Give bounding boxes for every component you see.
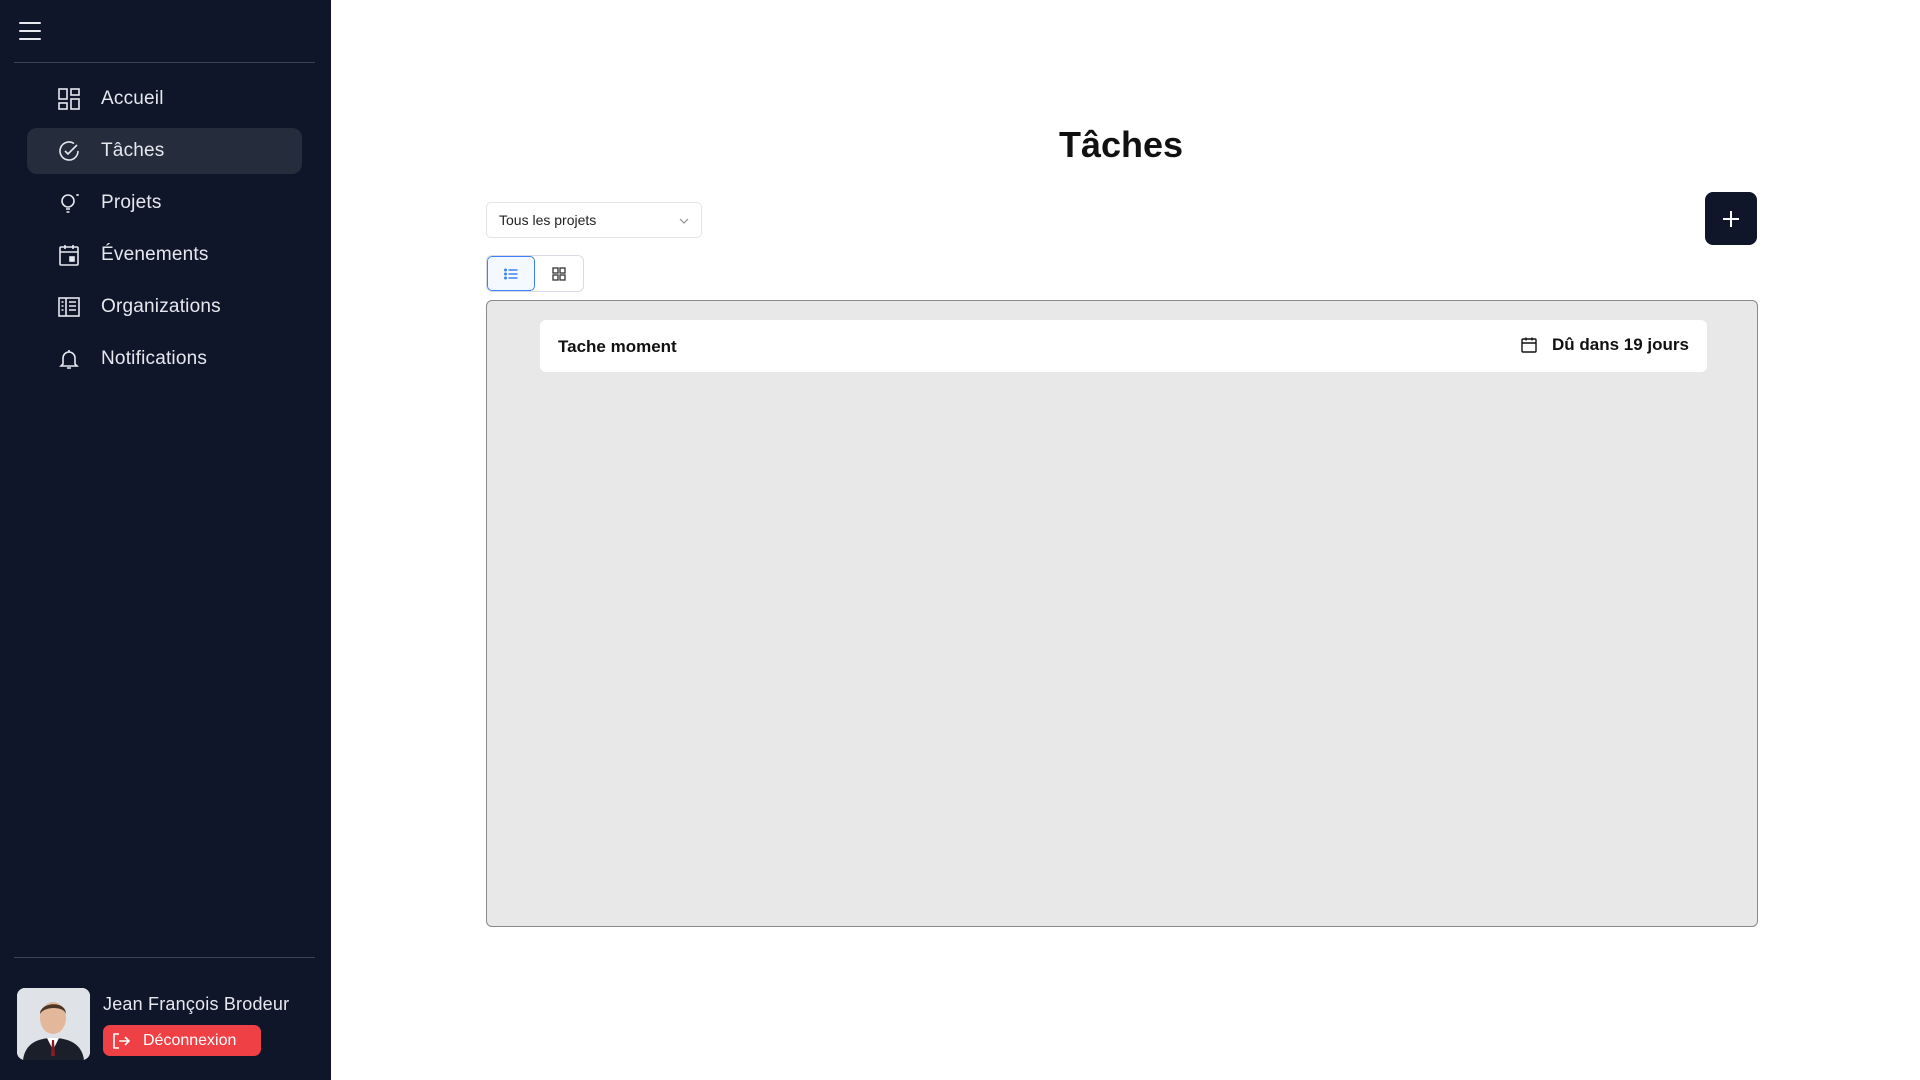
sidebar-item-notifications[interactable]: Notifications [27, 336, 302, 382]
sidebar-item-organizations[interactable]: Organizations [27, 284, 302, 330]
sidebar-item-label: Évenements [101, 244, 209, 265]
plus-icon [1723, 210, 1739, 227]
app-root: Accueil Tâches Projets Évenements Organi… [0, 0, 1920, 1080]
sidebar-nav: Accueil Tâches Projets Évenements Organi… [27, 76, 302, 388]
main-content: Tâches Tous les projets Tache moment Dû … [331, 0, 1920, 1080]
sidebar-item-label: Organizations [101, 296, 221, 317]
list-icon [504, 268, 518, 279]
logout-label: Déconnexion [143, 1031, 237, 1049]
menu-toggle-icon[interactable] [19, 22, 41, 40]
bell-icon [57, 347, 81, 371]
task-due-text: Dû dans 19 jours [1552, 335, 1689, 354]
user-profile: Jean François Brodeur Déconnexion [17, 988, 317, 1060]
task-title: Tache moment [558, 337, 677, 356]
sidebar-divider [14, 62, 315, 63]
logout-icon [111, 1031, 131, 1051]
logout-button[interactable]: Déconnexion [103, 1025, 261, 1056]
sidebar-item-label: Tâches [101, 140, 165, 161]
sidebar-item-label: Notifications [101, 348, 208, 369]
project-filter-value: Tous les projets [499, 212, 597, 228]
building-icon [57, 295, 81, 319]
user-name: Jean François Brodeur [103, 994, 290, 1014]
grid-icon [552, 266, 566, 281]
sidebar-item-taches[interactable]: Tâches [27, 128, 302, 174]
task-card[interactable]: Tache moment Dû dans 19 jours [540, 320, 1707, 372]
dashboard-icon [57, 87, 81, 111]
avatar[interactable] [17, 988, 90, 1060]
list-view-button[interactable] [487, 256, 536, 291]
chevron-down-icon [677, 214, 691, 228]
sidebar-item-label: Accueil [101, 88, 164, 109]
sidebar-item-accueil[interactable]: Accueil [27, 76, 302, 122]
sidebar: Accueil Tâches Projets Évenements Organi… [0, 0, 331, 1080]
add-task-button[interactable] [1705, 192, 1757, 245]
grid-view-button[interactable] [535, 256, 583, 291]
page-title: Tâches [1058, 124, 1184, 165]
check-circle-icon [57, 139, 81, 163]
lightbulb-icon [57, 191, 81, 215]
task-list-panel: Tache moment Dû dans 19 jours [486, 300, 1758, 927]
sidebar-item-projets[interactable]: Projets [27, 180, 302, 226]
calendar-icon [57, 243, 81, 267]
project-filter-select[interactable]: Tous les projets [486, 202, 702, 238]
sidebar-divider [14, 957, 315, 958]
view-toggle [486, 255, 584, 292]
calendar-icon [1520, 336, 1538, 354]
task-due: Dû dans 19 jours [1520, 335, 1689, 355]
sidebar-item-label: Projets [101, 192, 162, 213]
sidebar-item-evenements[interactable]: Évenements [27, 232, 302, 278]
